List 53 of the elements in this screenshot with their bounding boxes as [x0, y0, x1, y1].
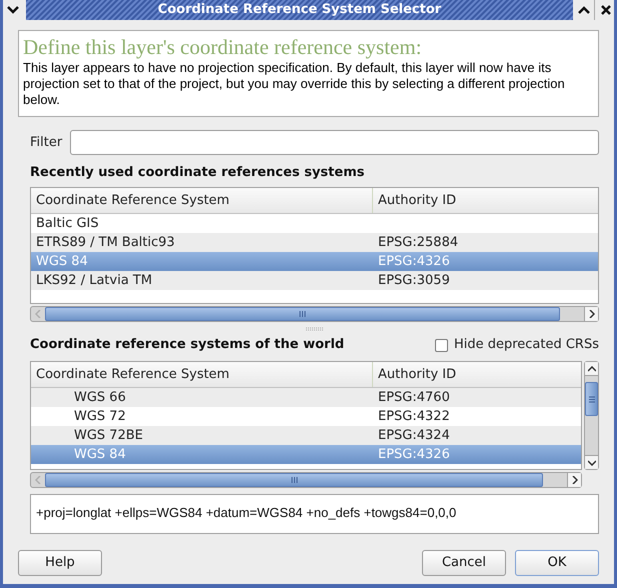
table-cell-text: EPSG:4760: [378, 388, 450, 407]
close-button[interactable]: [595, 0, 614, 20]
window-menu-button[interactable]: [3, 0, 26, 20]
scrollbar-thumb[interactable]: [45, 473, 543, 487]
table-cell-text: EPSG:4326: [378, 252, 450, 271]
maximize-button[interactable]: [573, 0, 595, 20]
table-cell-text: Baltic GIS: [36, 214, 99, 233]
table-cell-text: WGS 72: [74, 408, 126, 426]
section-heading: Coordinate reference systems of the world: [30, 336, 344, 354]
window-title: Coordinate Reference System Selector: [158, 1, 442, 20]
table-cell-text: EPSG:3059: [378, 272, 450, 290]
table-cell-text: WGS 84: [36, 252, 88, 271]
horizontal-scrollbar[interactable]: [30, 472, 582, 488]
column-header[interactable]: Coordinate Reference System: [31, 362, 373, 387]
table-cell-text: EPSG:4322: [378, 408, 450, 426]
scroll-right-icon[interactable]: [584, 307, 598, 321]
dialog-button[interactable]: Cancel: [422, 550, 506, 576]
table-cell-text: EPSG:25884: [378, 234, 458, 252]
table-row[interactable]: WGS 72BE EPSG:4324: [31, 426, 581, 445]
table-cell-text: LKS92 / Latvia TM: [36, 272, 152, 290]
filter-input-field[interactable]: [70, 130, 599, 155]
proj-string-text: +proj=longlat +ellps=WGS84 +datum=WGS84 +no_defs +towgs84=0,0,0: [36, 505, 456, 520]
column-header[interactable]: Coordinate Reference System: [31, 188, 373, 213]
table-row[interactable]: WGS 66 EPSG:4760: [31, 388, 581, 407]
vertical-scrollbar[interactable]: [584, 361, 599, 470]
panel-heading: Define this layer's coordinate reference system:: [23, 35, 423, 60]
chevron-down-icon: [7, 6, 19, 14]
scrollbar-thumb[interactable]: [45, 307, 560, 321]
splitter-handle-icon[interactable]: [306, 327, 324, 331]
table-cell-text: EPSG:4324: [378, 426, 450, 445]
filter-label: Filter: [30, 134, 62, 152]
scroll-right-icon[interactable]: [567, 473, 581, 487]
table-row[interactable]: ETRS89 / TM Baltic93 EPSG:25884: [31, 233, 598, 252]
chevron-up-icon: [578, 6, 590, 14]
table-row[interactable]: LKS92 / Latvia TM EPSG:3059: [31, 271, 598, 290]
hide-deprecated-checkbox[interactable]: [434, 338, 448, 352]
table-cell-text: WGS 72BE: [74, 426, 143, 445]
scroll-down-icon[interactable]: [585, 455, 598, 469]
dialog-button[interactable]: Help: [18, 550, 102, 576]
column-header[interactable]: Authority ID: [373, 188, 598, 213]
table-cell-text: WGS 84: [74, 446, 126, 464]
checkbox-label: Hide deprecated CRSs: [454, 336, 599, 354]
close-icon: [601, 5, 611, 15]
scrollbar-thumb[interactable]: [585, 382, 598, 416]
description-text: This layer appears to have no projection specification. By default, this layer will now have its projection set to that of the project, but you may override this by selecting a different projection below.: [23, 60, 566, 108]
column-header[interactable]: Authority ID: [373, 362, 581, 387]
table-cell-text: WGS 66: [74, 388, 126, 407]
dialog-button[interactable]: OK: [515, 550, 599, 576]
table-cell-text: EPSG:4326: [378, 446, 450, 464]
horizontal-scrollbar[interactable]: [30, 306, 599, 322]
table-cell-text: ETRS89 / TM Baltic93: [36, 234, 175, 252]
scroll-up-icon[interactable]: [585, 362, 598, 376]
section-heading: Recently used coordinate references systems: [30, 164, 366, 181]
